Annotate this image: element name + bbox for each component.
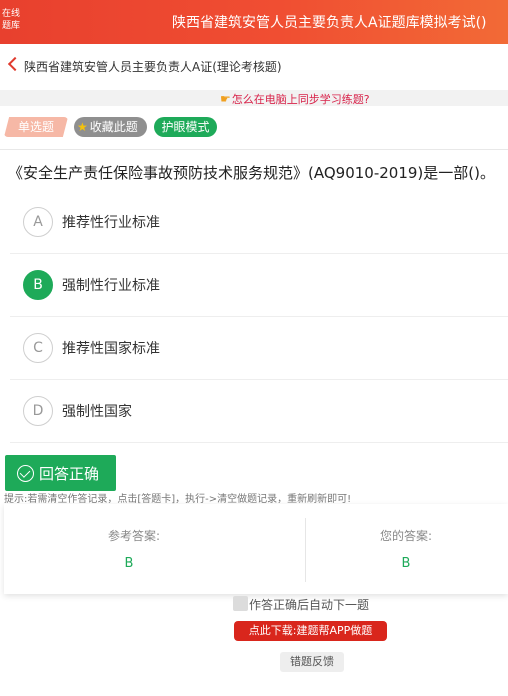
answer-comparison-card: 参考答案: B 您的答案: B [4,504,508,594]
sync-study-link[interactable]: ☛怎么在电脑上同步学习练题? [220,91,370,107]
auto-next-checkbox[interactable] [233,596,248,611]
page-title: 陕西省建筑安管人员主要负责人A证题库模拟考试() [172,15,487,31]
result-text: 回答正确 [39,465,100,483]
error-feedback-button[interactable]: 错题反馈 [280,652,344,672]
sync-banner: ☛怎么在电脑上同步学习练题? [0,90,508,106]
option-c[interactable]: C 推荐性国家标准 [10,318,508,380]
your-answer-value: B [401,556,411,571]
reference-answer: 参考答案: B [4,504,254,594]
reference-answer-label: 参考答案: [107,529,161,543]
option-d[interactable]: D 强制性国家 [10,381,508,443]
option-a[interactable]: A 推荐性行业标准 [10,192,508,254]
option-text: 推荐性行业标准 [62,215,160,231]
option-text: 推荐性国家标准 [62,341,160,357]
sync-link-text: 怎么在电脑上同步学习练题? [231,93,370,106]
logo-line-2: 题库 [2,21,21,31]
option-text: 强制性行业标准 [62,278,160,294]
question-text: 《安全生产责任保险事故预防技术服务规范》(AQ9010-2019)是一部()。 [8,164,495,182]
option-letter: A [23,207,53,237]
option-letter: C [23,333,53,363]
divider [0,149,508,150]
clear-record-tip: 提示:若需清空作答记录，点击[答题卡]，执行->清空做题记录，重新刷新即可! [4,494,352,505]
top-header: 在线 题库 陕西省建筑安管人员主要负责人A证题库模拟考试() [0,0,508,44]
answer-correct-badge: 回答正确 [5,455,116,491]
question-type-tag: 单选题 [4,117,68,137]
eye-protection-toggle[interactable]: 护眼模式 [154,117,217,137]
star-icon: ★ [77,120,88,134]
breadcrumb-text[interactable]: 陕西省建筑安管人员主要负责人A证(理论考核题) [24,58,282,75]
check-circle-icon [17,465,34,482]
option-letter: D [23,396,53,426]
auto-next-label: 作答正确后自动下一题 [249,598,370,612]
your-answer-label: 您的答案: [379,529,433,543]
your-answer: 您的答案: B [306,504,506,594]
chevron-left-icon[interactable] [7,56,23,72]
logo-line-1: 在线 [2,9,21,19]
option-b[interactable]: B 强制性行业标准 [10,255,508,317]
favorite-label: 收藏此题 [89,120,138,134]
option-letter: B [23,270,53,300]
option-text: 强制性国家 [62,404,132,420]
favorite-button[interactable]: ★ 收藏此题 [74,117,147,137]
site-logo[interactable]: 在线 题库 [2,8,38,32]
breadcrumb: 陕西省建筑安管人员主要负责人A证(理论考核题) [0,52,508,82]
pointing-hand-icon: ☛ [220,92,231,106]
reference-answer-value: B [124,556,134,571]
download-app-button[interactable]: 点此下载:建题帮APP做题 [234,621,387,641]
